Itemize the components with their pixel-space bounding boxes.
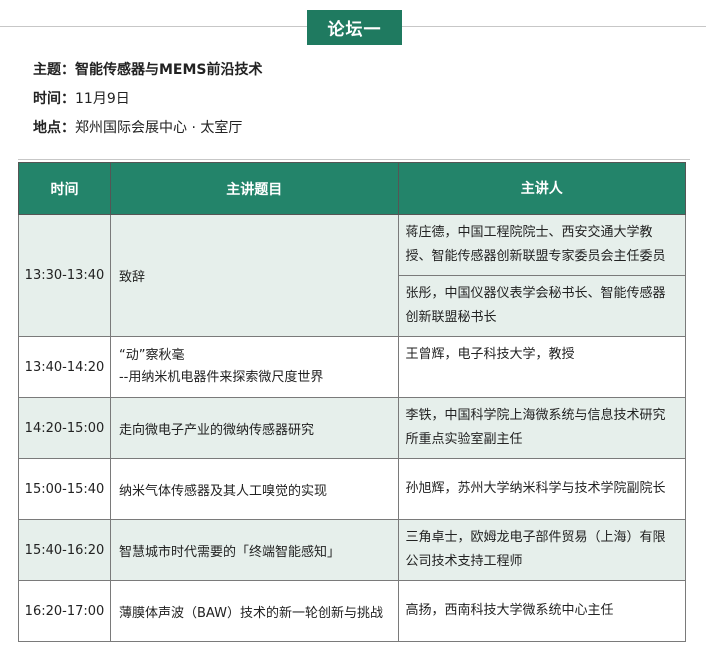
row-time: 13:40-14:20 (18, 336, 111, 398)
row-topic-line: “动”察秋毫 (118, 348, 185, 363)
row-topic: 纳米气体传感器及其人工嗅觉的实现 (109, 458, 399, 520)
table-header-row: 时间 主讲题目 主讲人 (18, 162, 687, 215)
place-line: 地点：郑州国际会展中心 · 太室厅 (33, 118, 242, 138)
topic-line: 主题：智能传感器与MEMS前沿技术 (33, 60, 263, 80)
table-row: 13:40-14:20 “动”察秋毫 --用纳米机电器件来探索微尺度世界 王曾辉… (18, 336, 687, 398)
topic-label: 主题： (33, 62, 75, 78)
place-label: 地点： (33, 120, 75, 136)
forum-title-badge: 论坛一 (307, 10, 402, 45)
section-divider (18, 159, 690, 160)
header-time: 时间 (18, 162, 111, 215)
header-divider-left (0, 26, 307, 27)
topic-value: 智能传感器与MEMS前沿技术 (75, 62, 263, 78)
header-topic: 主讲题目 (109, 162, 399, 215)
row-speaker: 蒋庄德，中国工程院院士、西安交通大学教授、智能传感器创新联盟专家委员会主任委员 (397, 214, 687, 276)
row-time: 15:40-16:20 (18, 519, 111, 581)
row-speaker: 王曾辉，电子科技大学，教授 (397, 336, 687, 398)
row-speaker: 高扬，西南科技大学微系统中心主任 (397, 580, 687, 642)
table-row: 15:00-15:40 纳米气体传感器及其人工嗅觉的实现 孙旭辉，苏州大学纳米科… (18, 458, 687, 520)
row-topic: 薄膜体声波（BAW）技术的新一轮创新与挑战 (109, 580, 399, 642)
table-row: 14:20-15:00 走向微电子产业的微纳传感器研究 李铁，中国科学院上海微系… (18, 397, 687, 459)
schedule-table: 时间 主讲题目 主讲人 13:30-13:40 致辞 蒋庄德，中国工程院院士、西… (18, 162, 687, 642)
table-row: 16:20-17:00 薄膜体声波（BAW）技术的新一轮创新与挑战 高扬，西南科… (18, 580, 687, 642)
table-row: 15:40-16:20 智慧城市时代需要的「终端智能感知」 三角卓士，欧姆龙电子… (18, 519, 687, 581)
row-speaker: 李铁，中国科学院上海微系统与信息技术研究所重点实验室副主任 (397, 397, 687, 459)
header-speaker: 主讲人 (397, 162, 687, 215)
header-divider-right (402, 26, 706, 27)
row-time: 15:00-15:40 (18, 458, 111, 520)
row-time: 14:20-15:00 (18, 397, 111, 459)
row-speaker: 三角卓士，欧姆龙电子部件贸易（上海）有限公司技术支持工程师 (397, 519, 687, 581)
row-speaker: 张彤，中国仪器仪表学会秘书长、智能传感器创新联盟秘书长 (397, 275, 687, 337)
row-time: 13:30-13:40 (18, 214, 111, 337)
time-label: 时间： (33, 91, 75, 107)
row-topic: “动”察秋毫 --用纳米机电器件来探索微尺度世界 (109, 336, 399, 398)
forum-page: 论坛一 主题：智能传感器与MEMS前沿技术 时间：11月9日 地点：郑州国际会展… (0, 0, 706, 649)
row-time: 16:20-17:00 (18, 580, 111, 642)
row-topic: 致辞 (109, 214, 399, 337)
place-value: 郑州国际会展中心 · 太室厅 (75, 120, 243, 136)
row-speaker: 孙旭辉，苏州大学纳米科学与技术学院副院长 (397, 458, 687, 520)
row-topic: 智慧城市时代需要的「终端智能感知」 (109, 519, 399, 581)
row-topic: 走向微电子产业的微纳传感器研究 (109, 397, 399, 459)
time-line: 时间：11月9日 (33, 89, 130, 109)
row-topic-subline: --用纳米机电器件来探索微尺度世界 (118, 370, 324, 385)
time-value: 11月9日 (75, 91, 130, 107)
table-row: 13:30-13:40 致辞 蒋庄德，中国工程院院士、西安交通大学教授、智能传感… (18, 214, 687, 337)
